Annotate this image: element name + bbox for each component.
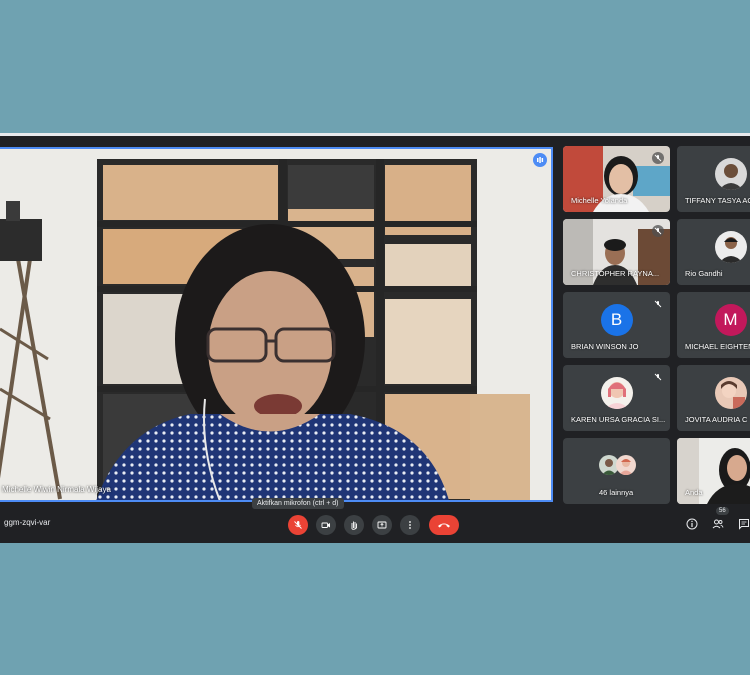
participant-name: BRIAN WINSON JO	[571, 342, 639, 351]
participant-tile[interactable]: B BRIAN WINSON JO	[563, 292, 670, 358]
present-icon	[377, 521, 387, 529]
others-tile[interactable]: 46 lainnya	[563, 438, 670, 504]
avatar	[616, 455, 636, 475]
participant-name: TIFFANY TASYA AG	[685, 196, 750, 205]
main-speaker-video[interactable]: Michelle Wiwin Nirmala Wijaya	[0, 147, 553, 502]
more-options-icon	[409, 521, 411, 529]
participant-tile[interactable]: TIFFANY TASYA AG	[677, 146, 750, 212]
participant-tile[interactable]: JOVITA AUDRIA C	[677, 365, 750, 431]
avatar: B	[600, 304, 633, 336]
meeting-toolbar: ggm-zqvi-var Aktifkan mikrofon (ctrl + d…	[0, 498, 750, 543]
avatar	[714, 231, 747, 263]
self-tile[interactable]: Anda	[677, 438, 750, 504]
more-options-button[interactable]	[400, 515, 420, 535]
participant-tile[interactable]: KAREN URSA GRACIA SI...	[563, 365, 670, 431]
others-count: 46 lainnya	[599, 488, 634, 497]
camera-toggle-button[interactable]	[316, 515, 336, 535]
participant-tile[interactable]: Michelle Yolanda	[563, 146, 670, 212]
participant-name: Rio Gandhi	[685, 269, 723, 278]
chat-icon	[739, 519, 749, 530]
participant-name: MICHAEL EIGHTEN	[685, 342, 750, 351]
info-icon	[686, 518, 698, 530]
meeting-code: ggm-zqvi-var	[4, 518, 51, 527]
speaking-indicator-icon	[533, 153, 547, 167]
avatar	[600, 377, 633, 409]
avatar	[714, 377, 747, 409]
camera-icon	[321, 522, 330, 528]
participant-tile[interactable]: M MICHAEL EIGHTEN	[677, 292, 750, 358]
chat-button[interactable]	[737, 517, 750, 531]
mic-off-icon	[652, 298, 664, 310]
participant-count-badge: 56	[716, 507, 729, 515]
raise-hand-icon	[351, 521, 357, 530]
mic-off-icon	[652, 371, 664, 383]
meeting-details-button[interactable]	[685, 517, 699, 531]
people-icon	[712, 519, 724, 529]
avatar: M	[714, 304, 747, 336]
mic-off-icon	[652, 152, 664, 164]
participant-name: Anda	[685, 488, 703, 497]
mic-off-icon	[652, 225, 664, 237]
speaker-video-frame	[0, 149, 551, 500]
people-button[interactable]	[711, 517, 725, 531]
present-button[interactable]	[372, 515, 392, 535]
participant-name: CHRISTOPHER RAYNA...	[571, 269, 660, 278]
mic-toggle-button[interactable]	[288, 515, 308, 535]
meet-window: Michelle Wiwin Nirmala Wijaya Michelle Y…	[0, 133, 750, 543]
end-call-icon	[438, 523, 450, 528]
participant-name: KAREN URSA GRACIA SI...	[571, 415, 666, 424]
main-speaker-name: Michelle Wiwin Nirmala Wijaya	[2, 485, 111, 494]
participant-name: JOVITA AUDRIA C	[685, 415, 748, 424]
participant-name: Michelle Yolanda	[571, 196, 628, 205]
mic-tooltip: Aktifkan mikrofon (ctrl + d)	[252, 498, 344, 509]
avatar	[714, 158, 747, 190]
mic-off-icon	[294, 521, 302, 529]
raise-hand-button[interactable]	[344, 515, 364, 535]
end-call-button[interactable]	[429, 515, 459, 535]
participant-tile[interactable]: CHRISTOPHER RAYNA...	[563, 219, 670, 285]
participant-tile[interactable]: Rio Gandhi	[677, 219, 750, 285]
